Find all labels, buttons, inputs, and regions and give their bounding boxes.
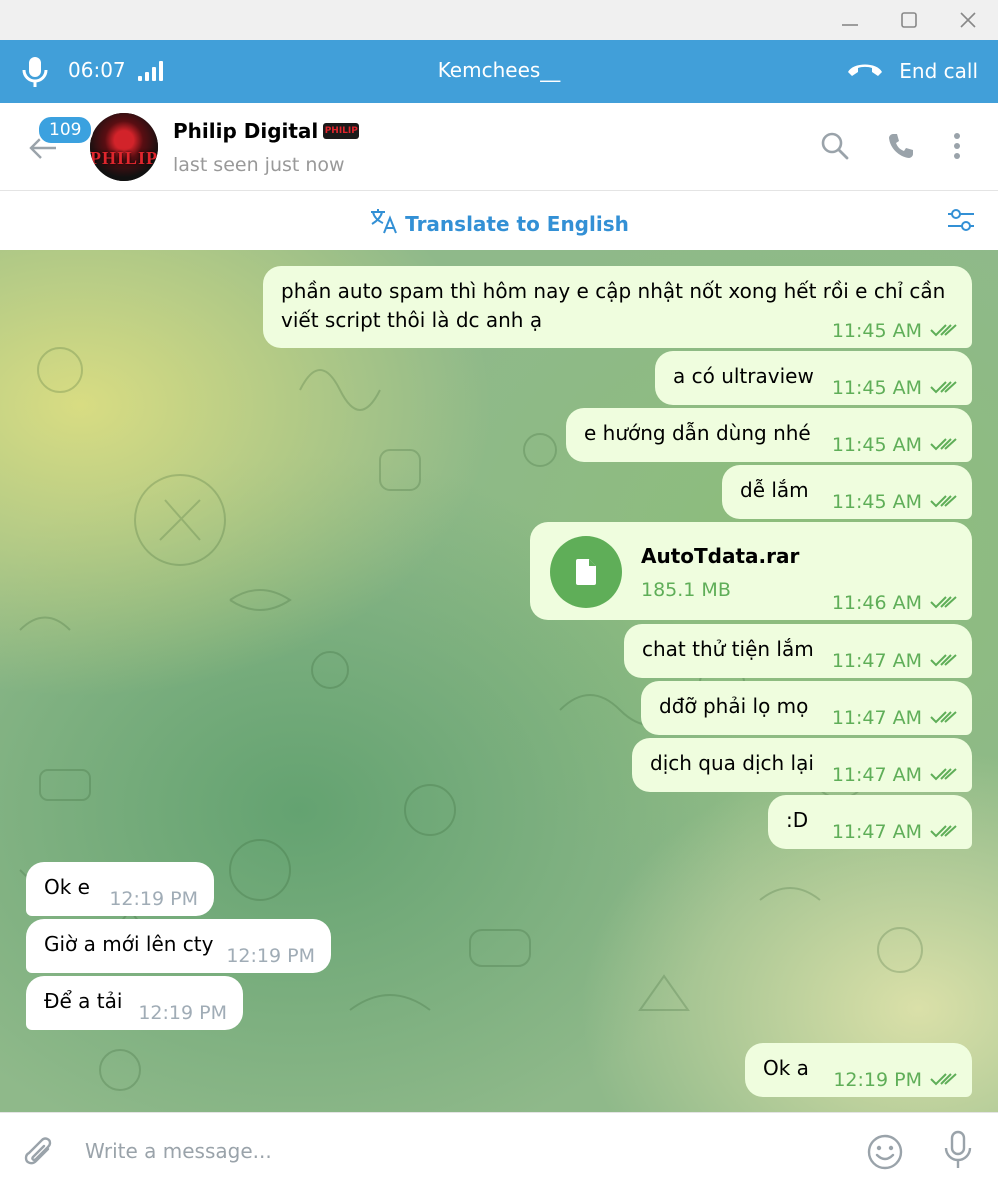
message-time: 12:19 PM (138, 1002, 227, 1024)
maximize-icon[interactable] (895, 6, 923, 34)
minimize-icon[interactable] (836, 6, 864, 34)
message-time: 11:46 AM (831, 592, 922, 614)
signal-icon (137, 60, 165, 86)
message-text: Ok a (763, 1056, 809, 1080)
call-duration: 06:07 (68, 58, 126, 82)
read-ticks-icon (930, 764, 962, 786)
voice-record-icon[interactable] (942, 1129, 974, 1175)
read-ticks-icon (930, 650, 962, 672)
close-icon[interactable] (954, 6, 982, 34)
contact-emoji-badge: PHILIP (323, 123, 360, 139)
contact-name-text: Philip Digital (173, 119, 319, 143)
outgoing-message[interactable]: dđỡ phải lọ mọ 11:47 AM (641, 681, 972, 735)
message-text: Để a tải (44, 989, 123, 1013)
message-time: 11:45 AM (831, 491, 922, 513)
phone-icon[interactable] (886, 131, 916, 165)
file-icon[interactable] (550, 536, 622, 608)
chat-header: 109 PHILIP Philip Digital PHILIP last se… (0, 103, 998, 191)
message-text: a có ultraview (673, 364, 814, 388)
message-time: 12:19 PM (833, 1069, 922, 1091)
end-call-button[interactable]: End call (845, 54, 978, 88)
message-text: chat thử tiện lắm (642, 637, 814, 661)
message-text: dịch qua dịch lại (650, 751, 814, 775)
message-time: 12:19 PM (226, 945, 315, 967)
message-meta: 11:45 AM (832, 320, 962, 342)
chat-history[interactable]: phần auto spam thì hôm nay e cập nhật nố… (0, 250, 998, 1112)
incoming-message[interactable]: Giờ a mới lên cty 12:19 PM (26, 919, 331, 973)
message-time: 11:45 AM (831, 434, 922, 456)
message-meta: 11:47 AM (832, 650, 962, 672)
message-text: dễ lắm (740, 478, 809, 502)
outgoing-message[interactable]: phần auto spam thì hôm nay e cập nhật nố… (263, 266, 972, 348)
contact-status: last seen just now (173, 154, 345, 176)
message-time: 12:19 PM (109, 888, 198, 910)
emoji-icon[interactable] (866, 1133, 904, 1175)
read-ticks-icon (930, 320, 962, 342)
message-time: 11:45 AM (831, 377, 922, 399)
window-titlebar (0, 0, 998, 40)
read-ticks-icon (930, 377, 962, 399)
outgoing-message[interactable]: chat thử tiện lắm 11:47 AM (624, 624, 972, 678)
settings-sliders-icon[interactable] (946, 206, 976, 238)
file-size: 185.1 MB (641, 579, 731, 601)
more-vertical-icon[interactable] (944, 131, 970, 165)
outgoing-message[interactable]: dịch qua dịch lại 11:47 AM (632, 738, 972, 792)
message-text: Ok e (44, 875, 90, 899)
file-message[interactable]: AutoTdata.rar 185.1 MB 11:46 AM (530, 522, 972, 620)
outgoing-message[interactable]: Ok a 12:19 PM (745, 1043, 972, 1097)
end-call-label: End call (899, 59, 978, 83)
read-ticks-icon (930, 491, 962, 513)
translate-bar: Translate to English (0, 192, 998, 250)
file-name: AutoTdata.rar (641, 544, 800, 568)
message-text: phần auto spam thì hôm nay e cập nhật nố… (281, 279, 946, 303)
contact-name[interactable]: Philip Digital PHILIP (173, 119, 360, 143)
read-ticks-icon (930, 821, 962, 843)
message-time: 11:47 AM (831, 821, 922, 843)
read-ticks-icon (930, 707, 962, 729)
outgoing-message[interactable]: dễ lắm 11:45 AM (722, 465, 972, 519)
message-input[interactable] (85, 1131, 825, 1171)
message-text: viết script thôi là dc anh ạ (281, 308, 543, 332)
unread-count-badge: 109 (37, 115, 94, 145)
message-text: e hướng dẫn dùng nhé (584, 421, 811, 445)
incoming-message[interactable]: Để a tải 12:19 PM (26, 976, 243, 1030)
phone-hangup-icon (845, 58, 885, 85)
message-meta: 12:19 PM (138, 1002, 227, 1024)
message-meta: 11:45 AM (832, 377, 962, 399)
incoming-message[interactable]: Ok e 12:19 PM (26, 862, 214, 916)
message-text: Giờ a mới lên cty (44, 932, 214, 956)
message-text: :D (786, 808, 809, 832)
message-meta: 11:47 AM (832, 821, 962, 843)
translate-label: Translate to English (405, 211, 629, 236)
message-meta: 11:45 AM (832, 491, 962, 513)
message-time: 11:45 AM (831, 320, 922, 342)
message-composer (0, 1112, 998, 1189)
translate-button[interactable]: Translate to English (0, 207, 998, 240)
read-ticks-icon (930, 1069, 962, 1091)
message-meta: 12:19 PM (226, 945, 315, 967)
message-meta: 11:47 AM (832, 707, 962, 729)
message-time: 11:47 AM (831, 707, 922, 729)
outgoing-message[interactable]: e hướng dẫn dùng nhé 11:45 AM (566, 408, 972, 462)
message-meta: 12:19 PM (109, 888, 198, 910)
message-meta: 11:47 AM (832, 764, 962, 786)
search-icon[interactable] (820, 131, 850, 165)
microphone-icon[interactable] (20, 55, 50, 93)
outgoing-message[interactable]: :D 11:47 AM (768, 795, 972, 849)
read-ticks-icon (930, 592, 962, 614)
read-ticks-icon (930, 434, 962, 456)
message-time: 11:47 AM (831, 650, 922, 672)
message-meta: 11:46 AM (832, 592, 962, 614)
message-meta: 11:45 AM (832, 434, 962, 456)
paperclip-icon[interactable] (22, 1133, 56, 1173)
avatar[interactable]: PHILIP (90, 113, 158, 181)
avatar-text: PHILIP (90, 148, 158, 168)
message-meta: 12:19 PM (833, 1069, 962, 1091)
message-time: 11:47 AM (831, 764, 922, 786)
outgoing-message[interactable]: a có ultraview 11:45 AM (655, 351, 972, 405)
translate-icon (369, 207, 399, 240)
active-call-bar[interactable]: 06:07 Kemchees__ End call (0, 40, 998, 103)
message-text: dđỡ phải lọ mọ (659, 694, 809, 718)
